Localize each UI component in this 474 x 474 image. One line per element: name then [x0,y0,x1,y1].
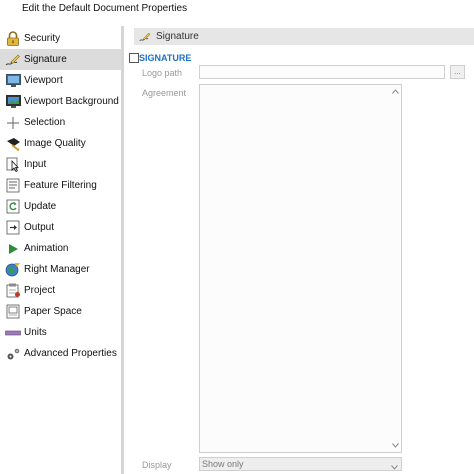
sidebar-item-output[interactable]: Output [0,217,121,238]
sidebar-item-label: Update [24,201,57,212]
sidebar-item-paper-space[interactable]: Paper Space [0,301,121,322]
sidebar-item-viewport-background[interactable]: Viewport Background [0,91,121,112]
output-icon [5,220,21,236]
sidebar-item-units[interactable]: Units [0,322,121,343]
update-icon [5,199,21,215]
sidebar-item-signature[interactable]: Signature [0,49,121,70]
sidebar-item-label: Input [24,159,47,170]
section-title: Signature [156,31,199,42]
viewport-monitor-icon [5,73,21,89]
properties-panel: Signature SIGNATURE Logo path ... Agreem… [124,26,474,474]
section-header: Signature [134,28,474,45]
input-cursor-icon [5,157,21,173]
sidebar-item-label: Viewport Background [24,96,119,107]
scroll-up-arrow-icon[interactable] [392,88,399,95]
sidebar-item-project[interactable]: Project [0,280,121,301]
title-bar: Edit the Default Document Properties [0,0,474,26]
sidebar-item-viewport[interactable]: Viewport [0,70,121,91]
ruler-icon [5,325,21,341]
sidebar-item-label: Animation [24,243,69,254]
scroll-down-arrow-icon[interactable] [392,442,399,449]
gears-icon [5,346,21,362]
sidebar-item-input[interactable]: Input [0,154,121,175]
feature-filtering-icon [5,178,21,194]
signature-checkbox[interactable] [129,53,139,63]
sidebar-item-label: Feature Filtering [24,180,97,191]
sidebar-item-label: Right Manager [24,264,90,275]
sidebar-item-label: Output [24,222,55,233]
sidebar: Security Signature Viewport Viewport Bac… [0,26,121,474]
sidebar-item-advanced-properties[interactable]: Advanced Properties [0,343,121,364]
sidebar-item-security[interactable]: Security [0,28,121,49]
display-selected-value: Show only [202,459,244,469]
rights-globe-icon [5,262,21,278]
project-icon [5,283,21,299]
sidebar-item-animation[interactable]: Animation [0,238,121,259]
signature-pen-icon [139,31,151,43]
signature-pen-icon [5,52,21,68]
window-title: Edit the Default Document Properties [22,3,188,14]
crosshair-icon [5,115,21,131]
browse-button[interactable]: ... [450,65,465,79]
display-dropdown[interactable]: Show only [199,457,402,471]
sidebar-item-label: Security [24,33,61,44]
agreement-label: Agreement [142,88,187,98]
sidebar-item-label: Advanced Properties [24,348,117,359]
logo-path-input[interactable] [199,65,445,79]
sidebar-item-selection[interactable]: Selection [0,112,121,133]
image-quality-icon [5,136,21,152]
sidebar-item-feature-filtering[interactable]: Feature Filtering [0,175,121,196]
sidebar-item-image-quality[interactable]: Image Quality [0,133,121,154]
sidebar-item-right-manager[interactable]: Right Manager [0,259,121,280]
play-icon [5,241,21,257]
display-label: Display [142,460,172,470]
chevron-down-icon [391,461,398,473]
sidebar-item-label: Selection [24,117,66,128]
sidebar-item-label: Units [24,327,47,338]
sidebar-item-label: Project [24,285,56,296]
agreement-scrollbar[interactable] [390,85,401,452]
lock-icon [5,31,21,47]
viewport-background-icon [5,94,21,110]
sidebar-item-label: Paper Space [24,306,82,317]
agreement-textarea[interactable] [199,84,402,453]
sidebar-item-label: Image Quality [24,138,86,149]
paper-space-icon [5,304,21,320]
sidebar-item-label: Viewport [24,75,63,86]
logo-path-label: Logo path [142,68,183,78]
sidebar-item-update[interactable]: Update [0,196,121,217]
sidebar-item-label: Signature [24,54,67,65]
signature-checkbox-label[interactable]: SIGNATURE [139,53,191,63]
